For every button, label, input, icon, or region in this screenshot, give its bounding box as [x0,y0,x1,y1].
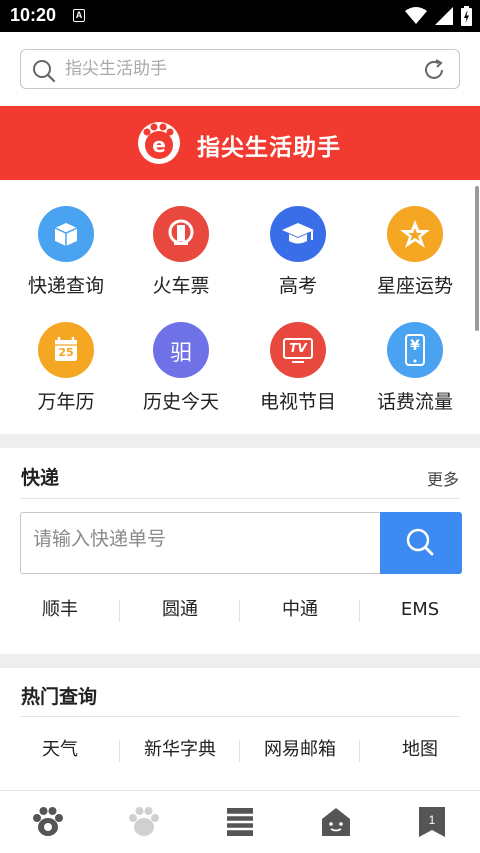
package-icon [38,206,94,262]
service-label: 话费流量 [376,391,453,413]
service-gaokao[interactable]: 高考 [238,206,358,302]
carrier-row: 顺丰 圆通 中通 EMS [0,590,480,630]
hot-query-weather[interactable]: 天气 [0,730,120,770]
service-label: 万年历 [37,391,95,413]
service-label: 电视节目 [259,391,336,413]
home-icon [322,808,350,836]
notification-icon: A [73,9,85,22]
phone-bill-glyph: ¥ [410,338,420,354]
tracking-number-input[interactable] [33,513,373,565]
phone-bill-icon: ¥ [387,322,443,378]
search-icon [33,60,56,83]
paw-outline-icon [129,807,159,836]
signal-icon [435,7,453,25]
service-phone-bill[interactable]: ¥ 话费流量 [355,322,475,418]
list-icon [227,808,253,836]
bookmark-badge: 1 [428,813,436,827]
railway-icon [153,206,209,262]
paw-icon [33,807,63,836]
nav-home[interactable] [0,791,96,853]
nav-list[interactable] [192,791,288,853]
graduation-cap-icon [270,206,326,262]
carrier-yto[interactable]: 圆通 [120,590,240,630]
hot-query-map[interactable]: 地图 [360,730,480,770]
service-label: 火车票 [152,275,210,297]
history-glyph: 驲 [169,341,192,366]
tv-icon: TV [270,322,326,378]
status-time: 10:20 [10,5,57,25]
nav-profile[interactable] [288,791,384,853]
nav-bookmarks[interactable]: 1 [384,791,480,853]
calendar-day: 25 [58,346,74,359]
hot-query-dictionary[interactable]: 新华字典 [120,730,240,770]
express-section-title: 快递 [21,467,60,489]
bottom-navigation: 1 [0,790,480,853]
carrier-sf[interactable]: 顺丰 [0,590,120,630]
service-tv[interactable]: TV 电视节目 [238,322,358,418]
service-label: 星座运势 [376,275,453,297]
search-input[interactable] [65,50,405,88]
section-gap [0,434,480,448]
app-banner: e 指尖生活助手 [0,106,480,180]
service-label: 历史今天 [142,391,219,413]
app-logo-icon: e [138,122,180,164]
section-gap [0,654,480,668]
service-calendar[interactable]: 25 万年历 [6,322,126,418]
express-more-link[interactable]: 更多 [427,466,459,490]
hot-query-mail[interactable]: 网易邮箱 [240,730,360,770]
carrier-ems[interactable]: EMS [360,590,480,630]
divider [20,498,460,499]
carrier-zto[interactable]: 中通 [240,590,360,630]
scrollbar[interactable] [475,186,479,331]
wifi-icon [405,7,427,24]
history-icon: 驲 [153,322,209,378]
service-label: 快递查询 [27,275,104,297]
battery-icon [461,6,472,26]
service-train[interactable]: 火车票 [121,206,241,302]
star-icon [387,206,443,262]
service-horoscope[interactable]: 星座运势 [355,206,475,302]
search-icon [406,528,434,556]
refresh-icon[interactable] [422,58,446,82]
svg-text:e: e [152,133,166,157]
service-history-today[interactable]: 驲 历史今天 [121,322,241,418]
nav-discover[interactable] [96,791,192,853]
status-bar: 10:20 A [0,0,480,32]
hot-section-title: 热门查询 [21,686,98,708]
service-label: 高考 [278,275,317,297]
hot-query-row: 天气 新华字典 网易邮箱 地图 [0,730,480,770]
calendar-icon: 25 [38,322,94,378]
tracking-search-button[interactable] [380,512,462,574]
banner-title: 指尖生活助手 [197,135,341,161]
tv-glyph: TV [289,341,307,355]
tracking-form [20,512,462,574]
search-bar [20,49,460,89]
service-express[interactable]: 快递查询 [6,206,126,302]
divider [20,716,460,717]
